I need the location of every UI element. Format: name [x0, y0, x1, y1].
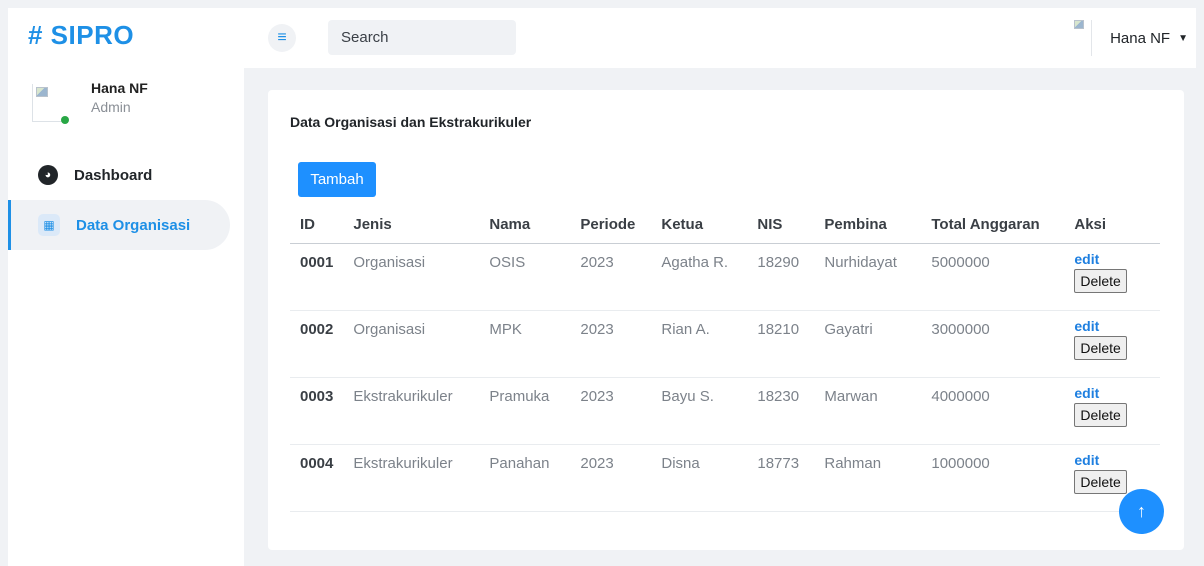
- table-row: 0004 Ekstrakurikuler Panahan 2023 Disna …: [290, 444, 1160, 512]
- delete-button[interactable]: Delete: [1074, 335, 1127, 360]
- topbar: ≡ Hana NF ▼: [244, 8, 1196, 68]
- column-header-id: ID: [290, 206, 344, 244]
- table-header-row: ID Jenis Nama Periode Ketua NIS Pembina …: [290, 206, 1160, 244]
- sidebar-item-label: Data Organisasi: [76, 216, 191, 234]
- broken-image-icon: [36, 87, 48, 97]
- cell-nama: OSIS: [479, 243, 571, 311]
- cell-aksi: edit Delete: [1064, 243, 1160, 311]
- cell-periode: 2023: [570, 310, 652, 378]
- sidebar-item-label: Dashboard: [74, 166, 153, 184]
- cell-pembina: Marwan: [814, 377, 922, 445]
- table-icon: ▦: [38, 214, 60, 236]
- cell-id: 0004: [290, 444, 344, 512]
- cell-ketua: Bayu S.: [651, 377, 748, 445]
- cell-periode: 2023: [570, 243, 652, 311]
- menu-toggle-icon[interactable]: ≡: [268, 24, 296, 52]
- edit-link[interactable]: edit: [1074, 251, 1150, 267]
- sidebar-profile: Hana NF Admin: [32, 80, 232, 128]
- arrow-up-icon: ↑: [1137, 501, 1146, 521]
- user-name: Hana NF: [1110, 29, 1171, 47]
- table-row: 0003 Ekstrakurikuler Pramuka 2023 Bayu S…: [290, 377, 1160, 445]
- column-header-ketua: Ketua: [651, 206, 748, 244]
- delete-button[interactable]: Delete: [1074, 402, 1127, 427]
- cell-id: 0003: [290, 377, 344, 445]
- tambah-button[interactable]: Tambah: [298, 162, 376, 197]
- cell-total-anggaran: 5000000: [921, 243, 1065, 311]
- cell-total-anggaran: 4000000: [921, 377, 1065, 445]
- user-avatar: [1070, 20, 1093, 56]
- sidebar-item-data-organisasi[interactable]: ▦ Data Organisasi: [8, 200, 230, 250]
- cell-nis: 18210: [747, 310, 815, 378]
- sidebar-nav: ◕ Dashboard ▦ Data Organisasi: [8, 150, 244, 250]
- cell-aksi: edit Delete: [1064, 377, 1160, 445]
- cell-nama: Panahan: [479, 444, 571, 512]
- cell-jenis: Organisasi: [343, 243, 480, 311]
- cell-jenis: Ekstrakurikuler: [343, 377, 480, 445]
- table-row: 0002 Organisasi MPK 2023 Rian A. 18210 G…: [290, 310, 1160, 378]
- sidebar: # SIPRO Hana NF Admin ◕ Dashboard ▦ Data…: [8, 8, 244, 566]
- cell-nis: 18290: [747, 243, 815, 311]
- brand-logo[interactable]: # SIPRO: [28, 20, 134, 51]
- column-header-total-anggaran: Total Anggaran: [921, 206, 1065, 244]
- cell-pembina: Rahman: [814, 444, 922, 512]
- online-status-dot: [61, 116, 69, 124]
- user-menu[interactable]: Hana NF ▼: [1070, 20, 1188, 56]
- edit-link[interactable]: edit: [1074, 385, 1150, 401]
- delete-button[interactable]: Delete: [1074, 469, 1127, 494]
- cell-periode: 2023: [570, 444, 652, 512]
- speedometer-icon: ◕: [38, 165, 58, 185]
- cell-aksi: edit Delete: [1064, 310, 1160, 378]
- scroll-to-top-button[interactable]: ↑: [1119, 489, 1164, 534]
- column-header-nama: Nama: [479, 206, 571, 244]
- delete-button[interactable]: Delete: [1074, 268, 1127, 293]
- organisasi-card: Data Organisasi dan Ekstrakurikuler Tamb…: [268, 90, 1184, 550]
- cell-jenis: Organisasi: [343, 310, 480, 378]
- column-header-jenis: Jenis: [343, 206, 480, 244]
- column-header-periode: Periode: [570, 206, 652, 244]
- edit-link[interactable]: edit: [1074, 452, 1150, 468]
- chevron-down-icon: ▼: [1178, 32, 1188, 44]
- cell-total-anggaran: 3000000: [921, 310, 1065, 378]
- organisasi-table: ID Jenis Nama Periode Ketua NIS Pembina …: [290, 206, 1160, 512]
- card-title: Data Organisasi dan Ekstrakurikuler: [290, 114, 532, 130]
- cell-ketua: Disna: [651, 444, 748, 512]
- broken-image-icon: [1074, 20, 1085, 29]
- cell-id: 0002: [290, 310, 344, 378]
- profile-role: Admin: [91, 99, 131, 115]
- search-input[interactable]: [328, 20, 516, 55]
- cell-pembina: Gayatri: [814, 310, 922, 378]
- column-header-aksi: Aksi: [1064, 206, 1160, 244]
- cell-jenis: Ekstrakurikuler: [343, 444, 480, 512]
- profile-name: Hana NF: [91, 80, 148, 96]
- table-row: 0001 Organisasi OSIS 2023 Agatha R. 1829…: [290, 243, 1160, 311]
- avatar: [32, 84, 66, 122]
- cell-nama: MPK: [479, 310, 571, 378]
- column-header-pembina: Pembina: [814, 206, 922, 244]
- cell-pembina: Nurhidayat: [814, 243, 922, 311]
- cell-total-anggaran: 1000000: [921, 444, 1065, 512]
- cell-periode: 2023: [570, 377, 652, 445]
- cell-nis: 18773: [747, 444, 815, 512]
- sidebar-item-dashboard[interactable]: ◕ Dashboard: [8, 150, 244, 200]
- column-header-nis: NIS: [747, 206, 815, 244]
- cell-ketua: Rian A.: [651, 310, 748, 378]
- edit-link[interactable]: edit: [1074, 318, 1150, 334]
- cell-id: 0001: [290, 243, 344, 311]
- cell-nis: 18230: [747, 377, 815, 445]
- cell-nama: Pramuka: [479, 377, 571, 445]
- cell-ketua: Agatha R.: [651, 243, 748, 311]
